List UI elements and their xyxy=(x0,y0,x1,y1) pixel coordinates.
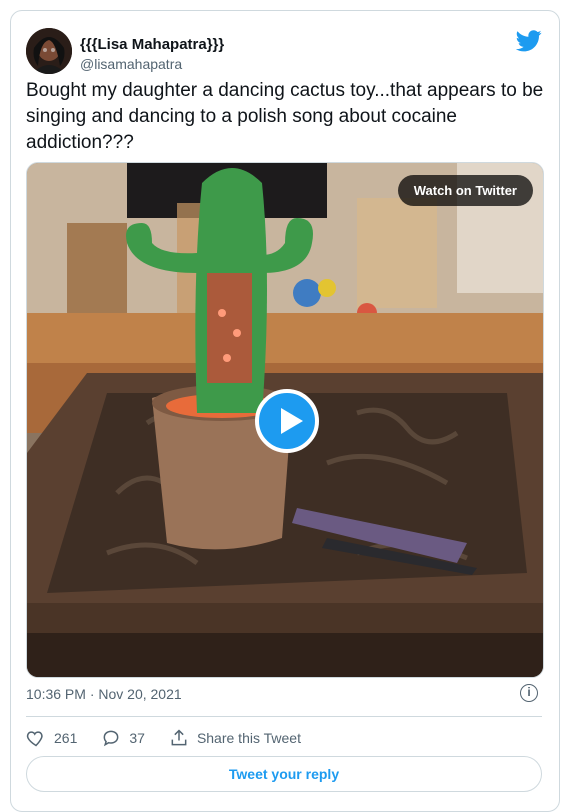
heart-icon xyxy=(26,731,43,747)
tweet-text: Bought my daughter a dancing cactus toy.… xyxy=(26,80,544,153)
twitter-bird-icon[interactable] xyxy=(516,30,542,52)
divider xyxy=(26,716,542,717)
tweet-actions: 261 37 Share this Tweet xyxy=(26,726,325,750)
reply-count: 37 xyxy=(129,730,145,746)
watch-on-twitter-button[interactable]: Watch on Twitter xyxy=(397,175,533,206)
like-action[interactable]: 261 xyxy=(26,728,77,748)
play-icon xyxy=(281,408,303,434)
author-name[interactable]: {{{Lisa Mahapatra}}} xyxy=(80,36,224,53)
tweet-your-reply-button[interactable]: Tweet your reply xyxy=(26,756,542,792)
video-media[interactable]: Watch on Twitter xyxy=(26,162,544,678)
tweet-timestamp[interactable]: 10:36 PM · Nov 20, 2021 xyxy=(26,686,182,702)
reply-icon xyxy=(103,730,119,747)
author-handle[interactable]: @lisamahapatra xyxy=(80,56,182,72)
like-count: 261 xyxy=(54,730,78,746)
share-icon xyxy=(171,729,187,746)
reply-action[interactable]: 37 xyxy=(101,728,145,748)
avatar[interactable] xyxy=(26,28,72,74)
share-action[interactable]: Share this Tweet xyxy=(169,728,301,748)
share-label: Share this Tweet xyxy=(196,730,301,746)
info-icon[interactable]: i xyxy=(520,684,538,702)
play-button[interactable] xyxy=(255,389,319,453)
